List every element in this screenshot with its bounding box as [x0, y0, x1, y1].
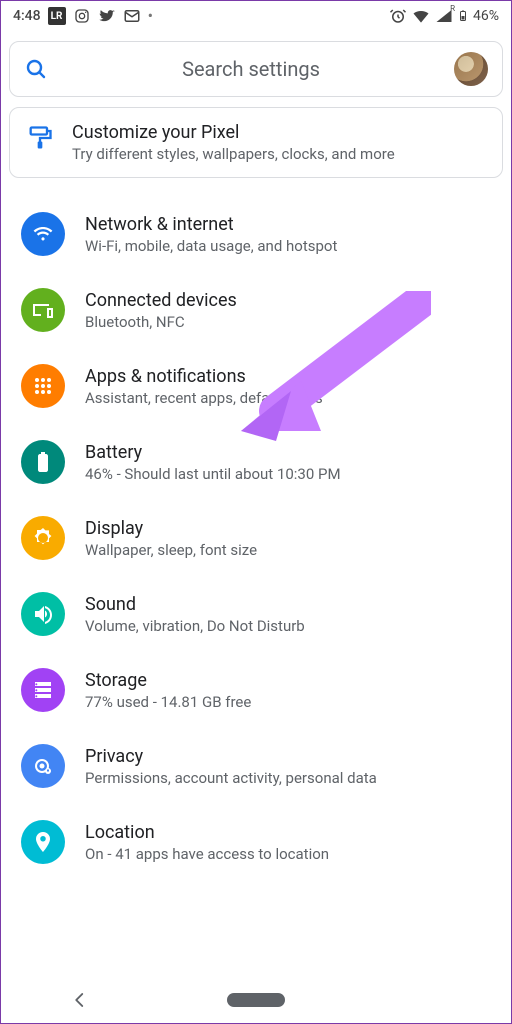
row-battery[interactable]: Battery 46% - Should last until about 10…	[1, 424, 511, 500]
battery-icon	[457, 7, 469, 25]
row-display[interactable]: Display Wallpaper, sleep, font size	[1, 500, 511, 576]
row-sub: Assistant, recent apps, default apps	[85, 389, 323, 407]
row-network[interactable]: Network & internet Wi-Fi, mobile, data u…	[1, 196, 511, 272]
row-title: Location	[85, 822, 329, 843]
row-location[interactable]: Location On - 41 apps have access to loc…	[1, 804, 511, 880]
row-title: Apps & notifications	[85, 366, 323, 387]
back-button[interactable]	[71, 991, 89, 1009]
row-sub: Wi-Fi, mobile, data usage, and hotspot	[85, 237, 337, 255]
apps-icon	[21, 364, 65, 408]
row-title: Connected devices	[85, 290, 237, 311]
more-notifications-dot: •	[148, 8, 153, 24]
customize-sub: Try different styles, wallpapers, clocks…	[72, 145, 395, 163]
cell-signal-icon: R	[435, 7, 453, 25]
home-pill[interactable]	[227, 993, 285, 1007]
row-title: Display	[85, 518, 257, 539]
row-title: Network & internet	[85, 214, 337, 235]
brightness-icon	[21, 516, 65, 560]
battery-text: 46%	[473, 8, 499, 24]
devices-icon	[21, 288, 65, 332]
search-settings[interactable]: Search settings	[9, 41, 503, 97]
row-sub: Volume, vibration, Do Not Disturb	[85, 617, 305, 635]
mail-icon	[123, 7, 141, 25]
row-sub: Bluetooth, NFC	[85, 313, 237, 331]
status-bar: 4:48 LR • R 46%	[1, 1, 511, 31]
row-sub: 46% - Should last until about 10:30 PM	[85, 465, 341, 483]
battery-icon	[21, 440, 65, 484]
search-placeholder: Search settings	[62, 57, 440, 81]
row-sub: Permissions, account activity, personal …	[85, 769, 377, 787]
customize-pixel-card[interactable]: Customize your Pixel Try different style…	[9, 107, 503, 178]
profile-avatar[interactable]	[454, 52, 488, 86]
row-title: Privacy	[85, 746, 377, 767]
privacy-icon	[21, 744, 65, 788]
sound-icon	[21, 592, 65, 636]
clock: 4:48	[13, 8, 41, 24]
twitter-icon	[98, 7, 116, 25]
row-apps-notifications[interactable]: Apps & notifications Assistant, recent a…	[1, 348, 511, 424]
row-title: Battery	[85, 442, 341, 463]
row-title: Storage	[85, 670, 251, 691]
row-sound[interactable]: Sound Volume, vibration, Do Not Disturb	[1, 576, 511, 652]
row-connected-devices[interactable]: Connected devices Bluetooth, NFC	[1, 272, 511, 348]
row-sub: 77% used - 14.81 GB free	[85, 693, 251, 711]
row-sub: On - 41 apps have access to location	[85, 845, 329, 863]
status-right: R 46%	[389, 6, 499, 26]
bottom-fade	[1, 933, 511, 977]
settings-list: Network & internet Wi-Fi, mobile, data u…	[1, 196, 511, 880]
alarm-icon	[389, 7, 407, 25]
wifi-icon	[411, 6, 431, 26]
customize-title: Customize your Pixel	[72, 122, 395, 143]
instagram-icon	[73, 7, 91, 25]
wifi-icon	[21, 212, 65, 256]
location-icon	[21, 820, 65, 864]
row-storage[interactable]: Storage 77% used - 14.81 GB free	[1, 652, 511, 728]
row-title: Sound	[85, 594, 305, 615]
lr-app-icon: LR	[48, 7, 66, 25]
row-sub: Wallpaper, sleep, font size	[85, 541, 257, 559]
storage-icon	[21, 668, 65, 712]
paint-roller-icon	[26, 124, 54, 152]
status-left: 4:48 LR •	[13, 7, 153, 25]
search-icon	[24, 57, 48, 81]
navigation-bar	[1, 975, 511, 1023]
row-privacy[interactable]: Privacy Permissions, account activity, p…	[1, 728, 511, 804]
